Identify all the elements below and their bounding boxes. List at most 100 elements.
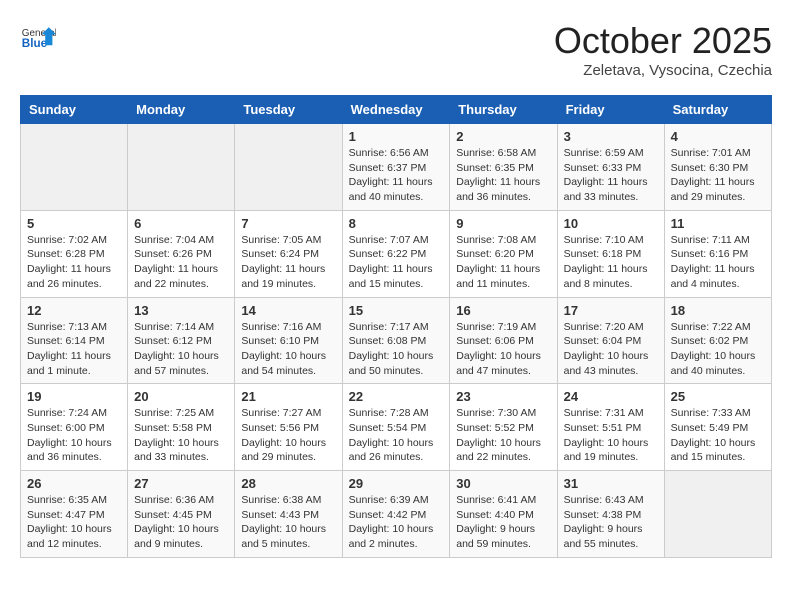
- day-number: 12: [27, 303, 121, 318]
- day-number: 11: [671, 216, 765, 231]
- weekday-header: Sunday: [21, 96, 128, 124]
- calendar-cell: 7Sunrise: 7:05 AM Sunset: 6:24 PM Daylig…: [235, 210, 342, 297]
- calendar-cell: 18Sunrise: 7:22 AM Sunset: 6:02 PM Dayli…: [664, 297, 771, 384]
- day-info: Sunrise: 7:16 AM Sunset: 6:10 PM Dayligh…: [241, 320, 335, 379]
- calendar-cell: 4Sunrise: 7:01 AM Sunset: 6:30 PM Daylig…: [664, 124, 771, 211]
- day-number: 22: [349, 389, 444, 404]
- weekday-header: Friday: [557, 96, 664, 124]
- day-number: 9: [456, 216, 550, 231]
- day-info: Sunrise: 6:36 AM Sunset: 4:45 PM Dayligh…: [134, 493, 228, 552]
- calendar-cell: 6 Sunrise: 7:04 AM Sunset: 6:26 PM Daylig…: [128, 210, 235, 297]
- calendar-cell: 30 Sunrise: 6:41 AM Sunset: 4:40 PM Dayli…: [450, 471, 557, 558]
- day-number: 24: [564, 389, 658, 404]
- day-info: Sunrise: 7:31 AM Sunset: 5:51 PM Dayligh…: [564, 406, 658, 465]
- weekday-header: Saturday: [664, 96, 771, 124]
- day-info: Sunrise: 6:35 AM Sunset: 4:47 PM Dayligh…: [27, 493, 121, 552]
- day-number: 15: [349, 303, 444, 318]
- day-info: Sunrise: 6:43 AM Sunset: 4:38 PM Dayligh…: [564, 493, 658, 552]
- calendar-cell: 1Sunrise: 6:56 AM Sunset: 6:37 PM Daylig…: [342, 124, 450, 211]
- calendar-cell: 17 Sunrise: 7:20 AM Sunset: 6:04 PM Dayli…: [557, 297, 664, 384]
- day-number: 23: [456, 389, 550, 404]
- weekday-header: Thursday: [450, 96, 557, 124]
- day-info: Sunrise: 6:56 AM Sunset: 6:37 PM Dayligh…: [349, 146, 444, 205]
- day-info: Sunrise: 7:24 AM Sunset: 6:00 PM Dayligh…: [27, 406, 121, 465]
- day-number: 26: [27, 476, 121, 491]
- location: Zeletava, Vysocina, Czechia: [554, 62, 772, 79]
- calendar-cell: 31 Sunrise: 6:43 AM Sunset: 4:38 PM Dayli…: [557, 471, 664, 558]
- calendar-cell: 25Sunrise: 7:33 AM Sunset: 5:49 PM Dayli…: [664, 384, 771, 471]
- calendar-cell: [664, 471, 771, 558]
- calendar-cell: 9 Sunrise: 7:08 AM Sunset: 6:20 PM Daylig…: [450, 210, 557, 297]
- calendar-week-row: 12 Sunrise: 7:13 AM Sunset: 6:14 PM Dayli…: [21, 297, 772, 384]
- day-info: Sunrise: 6:41 AM Sunset: 4:40 PM Dayligh…: [456, 493, 550, 552]
- day-info: Sunrise: 7:05 AM Sunset: 6:24 PM Dayligh…: [241, 233, 335, 292]
- calendar-cell: 20Sunrise: 7:25 AM Sunset: 5:58 PM Dayli…: [128, 384, 235, 471]
- day-info: Sunrise: 6:58 AM Sunset: 6:35 PM Dayligh…: [456, 146, 550, 205]
- day-info: Sunrise: 7:11 AM Sunset: 6:16 PM Dayligh…: [671, 233, 765, 292]
- calendar-cell: 8Sunrise: 7:07 AM Sunset: 6:22 PM Daylig…: [342, 210, 450, 297]
- calendar: SundayMondayTuesdayWednesdayThursdayFrid…: [20, 95, 772, 558]
- logo-icon: General Blue: [20, 20, 56, 56]
- day-number: 21: [241, 389, 335, 404]
- calendar-cell: 22 Sunrise: 7:28 AM Sunset: 5:54 PM Dayli…: [342, 384, 450, 471]
- weekday-header: Monday: [128, 96, 235, 124]
- calendar-cell: [21, 124, 128, 211]
- calendar-cell: 27 Sunrise: 6:36 AM Sunset: 4:45 PM Dayli…: [128, 471, 235, 558]
- calendar-cell: 21 Sunrise: 7:27 AM Sunset: 5:56 PM Dayli…: [235, 384, 342, 471]
- day-number: 27: [134, 476, 228, 491]
- day-number: 13: [134, 303, 228, 318]
- day-info: Sunrise: 7:08 AM Sunset: 6:20 PM Dayligh…: [456, 233, 550, 292]
- page-header: General Blue October 2025 Zeletava, Vyso…: [20, 20, 772, 79]
- calendar-cell: 23 Sunrise: 7:30 AM Sunset: 5:52 PM Dayli…: [450, 384, 557, 471]
- day-info: Sunrise: 7:19 AM Sunset: 6:06 PM Dayligh…: [456, 320, 550, 379]
- svg-text:Blue: Blue: [22, 37, 48, 50]
- day-info: Sunrise: 7:25 AM Sunset: 5:58 PM Dayligh…: [134, 406, 228, 465]
- day-info: Sunrise: 7:02 AM Sunset: 6:28 PM Dayligh…: [27, 233, 121, 292]
- calendar-cell: 15 Sunrise: 7:17 AM Sunset: 6:08 PM Dayli…: [342, 297, 450, 384]
- calendar-cell: 24 Sunrise: 7:31 AM Sunset: 5:51 PM Dayli…: [557, 384, 664, 471]
- day-number: 3: [564, 129, 658, 144]
- day-info: Sunrise: 7:13 AM Sunset: 6:14 PM Dayligh…: [27, 320, 121, 379]
- day-info: Sunrise: 7:22 AM Sunset: 6:02 PM Dayligh…: [671, 320, 765, 379]
- day-info: Sunrise: 7:04 AM Sunset: 6:26 PM Dayligh…: [134, 233, 228, 292]
- month-title: October 2025: [554, 20, 772, 62]
- calendar-cell: 3 Sunrise: 6:59 AM Sunset: 6:33 PM Daylig…: [557, 124, 664, 211]
- calendar-cell: 29Sunrise: 6:39 AM Sunset: 4:42 PM Dayli…: [342, 471, 450, 558]
- day-number: 16: [456, 303, 550, 318]
- day-info: Sunrise: 6:38 AM Sunset: 4:43 PM Dayligh…: [241, 493, 335, 552]
- day-info: Sunrise: 7:01 AM Sunset: 6:30 PM Dayligh…: [671, 146, 765, 205]
- day-info: Sunrise: 7:14 AM Sunset: 6:12 PM Dayligh…: [134, 320, 228, 379]
- day-info: Sunrise: 7:17 AM Sunset: 6:08 PM Dayligh…: [349, 320, 444, 379]
- day-number: 17: [564, 303, 658, 318]
- day-info: Sunrise: 6:59 AM Sunset: 6:33 PM Dayligh…: [564, 146, 658, 205]
- calendar-cell: 5Sunrise: 7:02 AM Sunset: 6:28 PM Daylig…: [21, 210, 128, 297]
- day-info: Sunrise: 7:20 AM Sunset: 6:04 PM Dayligh…: [564, 320, 658, 379]
- calendar-week-row: 5Sunrise: 7:02 AM Sunset: 6:28 PM Daylig…: [21, 210, 772, 297]
- day-info: Sunrise: 7:30 AM Sunset: 5:52 PM Dayligh…: [456, 406, 550, 465]
- day-number: 2: [456, 129, 550, 144]
- day-number: 14: [241, 303, 335, 318]
- day-info: Sunrise: 7:27 AM Sunset: 5:56 PM Dayligh…: [241, 406, 335, 465]
- logo: General Blue: [20, 20, 56, 56]
- title-block: October 2025 Zeletava, Vysocina, Czechia: [554, 20, 772, 79]
- day-number: 19: [27, 389, 121, 404]
- calendar-cell: 13 Sunrise: 7:14 AM Sunset: 6:12 PM Dayli…: [128, 297, 235, 384]
- calendar-cell: 16 Sunrise: 7:19 AM Sunset: 6:06 PM Dayli…: [450, 297, 557, 384]
- calendar-cell: 10Sunrise: 7:10 AM Sunset: 6:18 PM Dayli…: [557, 210, 664, 297]
- calendar-week-row: 26 Sunrise: 6:35 AM Sunset: 4:47 PM Dayli…: [21, 471, 772, 558]
- calendar-cell: 14 Sunrise: 7:16 AM Sunset: 6:10 PM Dayli…: [235, 297, 342, 384]
- day-number: 8: [349, 216, 444, 231]
- day-info: Sunrise: 7:33 AM Sunset: 5:49 PM Dayligh…: [671, 406, 765, 465]
- calendar-cell: 2 Sunrise: 6:58 AM Sunset: 6:35 PM Daylig…: [450, 124, 557, 211]
- day-number: 6: [134, 216, 228, 231]
- day-number: 30: [456, 476, 550, 491]
- calendar-cell: 12 Sunrise: 7:13 AM Sunset: 6:14 PM Dayli…: [21, 297, 128, 384]
- day-number: 28: [241, 476, 335, 491]
- day-info: Sunrise: 6:39 AM Sunset: 4:42 PM Dayligh…: [349, 493, 444, 552]
- calendar-cell: [235, 124, 342, 211]
- calendar-week-row: 1Sunrise: 6:56 AM Sunset: 6:37 PM Daylig…: [21, 124, 772, 211]
- day-number: 31: [564, 476, 658, 491]
- day-number: 10: [564, 216, 658, 231]
- day-info: Sunrise: 7:28 AM Sunset: 5:54 PM Dayligh…: [349, 406, 444, 465]
- calendar-cell: [128, 124, 235, 211]
